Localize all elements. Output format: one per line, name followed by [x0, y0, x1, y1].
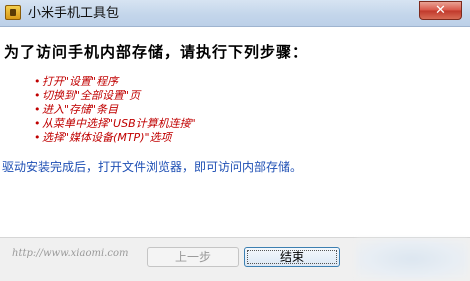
close-icon: ✕ — [435, 3, 446, 18]
blurred-region — [356, 239, 468, 279]
close-button[interactable]: ✕ — [419, 1, 462, 20]
app-window: 小米手机工具包 ✕ 为了访问手机内部存储，请执行下列步骤： 打开"设置"程序 切… — [0, 0, 470, 281]
steps-list: 打开"设置"程序 切换到"全部设置"页 进入"存储"条目 从菜单中选择"USB计… — [34, 75, 196, 145]
button-bar: http://www.xiaomi.com 上一步 结束 — [0, 237, 470, 281]
driver-note: 驱动安装完成后，打开文件浏览器，即可访问内部存储。 — [2, 160, 303, 174]
content-area: 为了访问手机内部存储，请执行下列步骤： 打开"设置"程序 切换到"全部设置"页 … — [0, 27, 470, 237]
title-bar[interactable]: 小米手机工具包 ✕ — [0, 0, 470, 27]
step-item: 选择"媒体设备(MTP)"选项 — [34, 131, 196, 145]
step-item: 从菜单中选择"USB计算机连接" — [34, 117, 196, 131]
previous-button[interactable]: 上一步 — [147, 247, 239, 267]
website-link[interactable]: http://www.xiaomi.com — [12, 248, 128, 259]
instruction-heading: 为了访问手机内部存储，请执行下列步骤： — [4, 43, 309, 61]
window-title: 小米手机工具包 — [28, 6, 120, 21]
step-item: 切换到"全部设置"页 — [34, 89, 196, 103]
toolbox-icon — [5, 5, 21, 20]
step-item: 打开"设置"程序 — [34, 75, 196, 89]
finish-button[interactable]: 结束 — [244, 247, 340, 267]
step-item: 进入"存储"条目 — [34, 103, 196, 117]
